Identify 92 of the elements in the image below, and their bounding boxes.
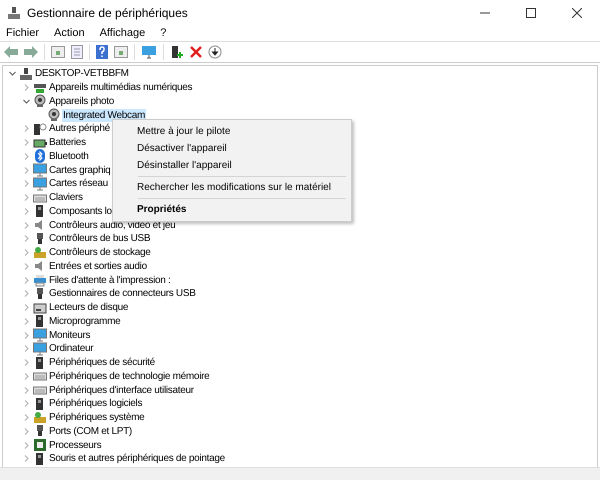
tree-item[interactable]: Moniteurs (48, 328, 92, 342)
context-menu-item[interactable]: Désinstaller l'appareil (116, 157, 348, 174)
tree-item[interactable]: Cartes graphiq (48, 164, 112, 177)
tree-item[interactable]: Files d'attente à l'impression : (48, 274, 172, 287)
storage-icon (33, 410, 47, 425)
chevron-right-icon[interactable] (22, 180, 30, 188)
chevron-right-icon[interactable] (22, 222, 30, 229)
help-icon[interactable] (96, 45, 108, 59)
tree-item[interactable]: Lecteurs de disque (48, 301, 130, 314)
chevron-right-icon[interactable] (22, 359, 30, 366)
tree-item[interactable]: Périphériques de technologie mémoire (48, 370, 210, 383)
chevron-right-icon[interactable] (22, 235, 30, 242)
chevron-right-icon[interactable] (22, 249, 30, 256)
tree-item[interactable]: Appareils multimédias numériques (48, 81, 194, 94)
tree-item[interactable]: Périphériques logiciels (48, 397, 144, 410)
add-device-icon[interactable] (170, 45, 184, 59)
tree-item[interactable]: Périphériques de sécurité (48, 356, 156, 370)
chevron-right-icon[interactable] (22, 386, 30, 394)
tree-item[interactable]: DESKTOP-VETBBFM (34, 67, 130, 80)
monitor-icon (33, 176, 47, 191)
tree-item[interactable]: Microprogramme (48, 314, 122, 328)
chevron-right-icon[interactable] (22, 428, 30, 435)
computer-icon (7, 6, 21, 20)
monitor-icon (33, 342, 47, 356)
chevron-right-icon[interactable] (22, 276, 30, 284)
tree-item[interactable]: Composants lo (48, 204, 113, 218)
monitor-icon[interactable] (141, 45, 157, 59)
chevron-right-icon[interactable] (22, 125, 30, 132)
chevron-right-icon[interactable] (22, 290, 30, 298)
tree-item[interactable]: Bluetooth (48, 150, 90, 163)
disk-drive-icon (33, 300, 47, 315)
tree-item[interactable]: Ordinateur (48, 342, 94, 356)
chevron-right-icon[interactable] (22, 84, 30, 92)
menu-item[interactable]: Action (54, 27, 85, 39)
tree-item[interactable]: Souris et autres périphériques de pointage (48, 452, 226, 466)
tree-item[interactable]: Batteries (48, 136, 87, 150)
menu-item[interactable]: Fichier (6, 27, 40, 39)
context-menu-item[interactable]: Désactiver l'appareil (116, 140, 348, 157)
back-arrow-icon[interactable] (4, 46, 18, 58)
window-icon[interactable] (51, 46, 65, 58)
chevron-right-icon[interactable] (22, 372, 30, 380)
forward-arrow-icon[interactable] (24, 46, 38, 58)
chevron-right-icon[interactable] (22, 166, 30, 174)
context-menu-item[interactable]: Rechercher les modifications sur le matériel (116, 179, 348, 196)
tree-item[interactable]: Appareils photo (48, 94, 115, 108)
chevron-right-icon[interactable] (22, 208, 30, 215)
tree-item[interactable]: Périphériques système (48, 411, 146, 424)
computer-icon (19, 66, 33, 81)
chevron-down-icon[interactable] (8, 70, 16, 78)
document-icon[interactable] (71, 45, 83, 59)
monitor-icon (33, 163, 47, 178)
tree-item[interactable]: Autres périphé (48, 122, 111, 136)
chip-icon (33, 438, 47, 452)
close-icon[interactable] (572, 8, 582, 18)
tree-item[interactable]: Cartes réseau (48, 177, 109, 190)
tree-item[interactable]: Ports (COM et LPT) (48, 424, 133, 438)
delete-x-icon[interactable] (190, 46, 202, 58)
chevron-right-icon[interactable] (22, 194, 30, 202)
tree-item[interactable]: Périphériques d'interface utilisateur (48, 384, 195, 397)
tree-item[interactable]: Contrôleurs audio, vidéo et jeu (48, 218, 176, 232)
tree-item[interactable]: Gestionnaires de connecteurs USB (48, 287, 197, 300)
chevron-right-icon[interactable] (22, 304, 30, 312)
chevron-down-icon[interactable] (22, 98, 30, 105)
chevron-right-icon[interactable] (22, 318, 30, 325)
window-icon[interactable] (114, 46, 128, 58)
window-title: Gestionnaire de périphériques (27, 6, 188, 20)
webcam-icon (47, 108, 61, 122)
webcam-icon (33, 94, 47, 108)
menu-item[interactable]: ? (160, 27, 166, 39)
tree-item[interactable]: Processeurs (48, 438, 102, 452)
context-menu-item[interactable]: Mettre à jour le pilote (116, 123, 348, 140)
chevron-right-icon[interactable] (22, 400, 30, 408)
context-menu-item[interactable]: Propriétés (116, 201, 348, 218)
chevron-right-icon[interactable] (22, 442, 30, 449)
chevron-right-icon[interactable] (22, 332, 30, 339)
chevron-right-icon[interactable] (22, 455, 30, 462)
tree-item[interactable]: Contrôleurs de stockage (48, 246, 152, 260)
maximize-icon[interactable] (526, 8, 536, 18)
monitor-icon (33, 328, 47, 342)
chevron-right-icon[interactable] (22, 152, 30, 160)
chevron-right-icon[interactable] (22, 414, 30, 422)
tree-item[interactable]: Entrées et sorties audio (48, 260, 148, 273)
menu-item[interactable]: Affichage (100, 27, 146, 39)
tree-item[interactable]: Claviers (48, 191, 84, 204)
bluetooth-icon (33, 149, 47, 164)
tree-item[interactable]: Contrôleurs de bus USB (48, 232, 152, 246)
chevron-right-icon[interactable] (22, 262, 30, 270)
printer-icon (33, 273, 47, 288)
storage-icon (33, 246, 47, 260)
tree-item[interactable]: Integrated Webcam (62, 108, 146, 122)
chevron-right-icon[interactable] (22, 345, 30, 352)
chevron-right-icon[interactable] (22, 139, 30, 146)
